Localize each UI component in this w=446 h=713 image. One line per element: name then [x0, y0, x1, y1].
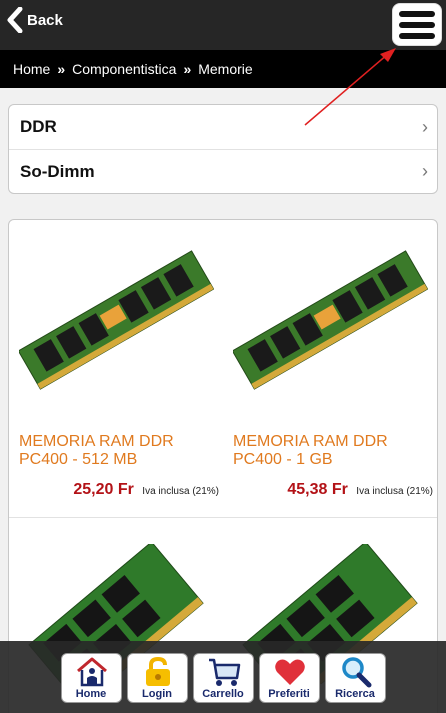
breadcrumb-current: Memorie [198, 61, 253, 77]
padlock-icon [145, 656, 170, 686]
back-button[interactable]: Back [5, 7, 63, 33]
nav-label: Login [142, 688, 172, 700]
chevron-left-icon [7, 7, 23, 33]
cart-icon [208, 658, 240, 686]
product-price: 45,38 Fr [287, 481, 348, 498]
nav-cart-button[interactable]: Carrello [192, 653, 254, 703]
hamburger-menu-icon[interactable] [392, 3, 442, 46]
breadcrumb-home[interactable]: Home [13, 61, 50, 77]
breadcrumb-separator: » [183, 61, 192, 77]
menu-line [399, 21, 435, 28]
breadcrumb: Home » Componentistica » Memorie [0, 50, 446, 88]
product-vat: Iva inclusa (21%) [356, 486, 433, 497]
chevron-right-icon: › [422, 161, 428, 181]
category-list: DDR › So-Dimm › [8, 104, 438, 194]
product-card[interactable]: MEMORIA RAM DDR PC400 - 512 MB 25,20 Fr … [9, 220, 219, 517]
back-button-label: Back [27, 11, 63, 29]
top-bar: Back [0, 0, 446, 50]
product-name[interactable]: MEMORIA RAM DDR PC400 - 1 GB [233, 433, 433, 469]
product-name[interactable]: MEMORIA RAM DDR PC400 - 512 MB [19, 433, 219, 469]
nav-label: Carrello [202, 688, 244, 700]
category-label: So-Dimm [20, 161, 95, 181]
product-card[interactable]: MEMORIA RAM DDR PC400 - 1 GB 45,38 Fr Iv… [223, 220, 433, 517]
product-price-line: 25,20 Fr Iva inclusa (21%) [19, 481, 219, 499]
category-label: DDR [20, 117, 57, 136]
chevron-right-icon: › [422, 116, 428, 137]
breadcrumb-componentistica[interactable]: Componentistica [72, 61, 176, 77]
product-grid: MEMORIA RAM DDR PC400 - 512 MB 25,20 Fr … [8, 219, 438, 713]
bottom-nav-bar: Home Login Carrello Preferiti Ricerca [0, 641, 446, 713]
ram-dimm-image[interactable] [19, 250, 214, 390]
house-icon [76, 657, 107, 687]
nav-favorites-button[interactable]: Preferiti [258, 653, 320, 703]
nav-label: Ricerca [335, 688, 375, 700]
nav-label: Home [75, 688, 107, 700]
product-price: 25,20 Fr [73, 481, 134, 498]
ram-dimm-image[interactable] [233, 250, 428, 390]
breadcrumb-separator: » [57, 61, 66, 77]
menu-line [399, 10, 435, 17]
product-price-line: 45,38 Fr Iva inclusa (21%) [233, 481, 433, 499]
product-vat: Iva inclusa (21%) [142, 486, 219, 497]
nav-home-button[interactable]: Home [60, 653, 122, 703]
heart-icon [274, 659, 305, 685]
nav-label: Preferiti [268, 688, 310, 700]
nav-login-button[interactable]: Login [126, 653, 188, 703]
category-item-ddr[interactable]: DDR › [9, 105, 437, 149]
nav-search-button[interactable]: Ricerca [324, 653, 386, 703]
category-item-so-dimm[interactable]: So-Dimm › [9, 149, 437, 193]
menu-line [399, 32, 435, 39]
magnifier-icon [341, 657, 371, 688]
